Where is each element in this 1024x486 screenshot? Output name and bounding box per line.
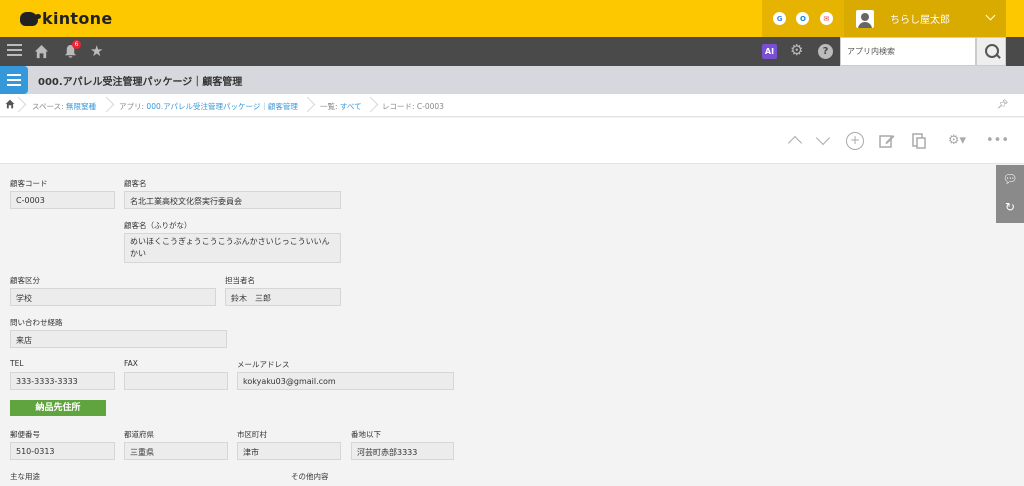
customer-code-field: C-0003 bbox=[10, 191, 115, 209]
user-menu[interactable]: ちらし屋太郎 bbox=[844, 0, 1006, 37]
email-label: メールアドレス bbox=[237, 360, 290, 369]
breadcrumb-record: レコード: C-0003 bbox=[382, 102, 444, 111]
ai-button[interactable]: AI bbox=[762, 44, 777, 59]
zip-field: 510-0313 bbox=[10, 442, 115, 460]
history-icon[interactable]: ↻ bbox=[1002, 200, 1018, 214]
garoon-icon[interactable]: O bbox=[796, 12, 810, 25]
notification-badge: 6 bbox=[72, 40, 81, 49]
prefecture-field: 三重県 bbox=[124, 442, 228, 460]
customer-type-label: 顧客区分 bbox=[10, 276, 40, 285]
breadcrumb-app: アプリ: 000.アパレル受注管理パッケージ｜顧客管理 bbox=[119, 102, 298, 111]
mail-icon[interactable]: ✉ bbox=[819, 12, 833, 25]
avatar-icon bbox=[856, 9, 874, 28]
customer-code-label: 顧客コード bbox=[10, 179, 48, 188]
logo-mark-icon bbox=[20, 11, 41, 26]
brand-name: kintone bbox=[42, 9, 113, 28]
city-label: 市区町村 bbox=[237, 430, 267, 439]
breadcrumb-space-link[interactable]: 無限窒種 bbox=[66, 102, 96, 111]
zip-label: 郵便番号 bbox=[10, 430, 40, 439]
copy-record-icon[interactable] bbox=[910, 132, 928, 150]
previous-record-icon[interactable] bbox=[786, 132, 804, 150]
customer-type-field: 学校 bbox=[10, 288, 216, 306]
email-field: kokyaku03@gmail.com bbox=[237, 372, 454, 390]
breadcrumb-separator bbox=[101, 96, 111, 114]
customer-kana-field: めいほくこうぎょうこうこうぶんかさいじっこういいんかい bbox=[124, 233, 341, 263]
comment-icon[interactable]: 💬︎ bbox=[1002, 172, 1018, 186]
pin-icon[interactable]: 📌︎ bbox=[997, 100, 1008, 110]
star-icon[interactable]: ★ bbox=[90, 44, 105, 59]
record-toolbar bbox=[0, 118, 1024, 164]
breadcrumb-app-link[interactable]: 000.アパレル受注管理パッケージ｜顧客管理 bbox=[146, 102, 297, 111]
other-content-label: その他内容 bbox=[291, 472, 329, 481]
breadcrumb-list: 一覧: すべて bbox=[320, 102, 362, 111]
customer-name-label: 顧客名 bbox=[124, 179, 147, 188]
gear-icon[interactable]: ⚙ bbox=[790, 43, 803, 58]
staff-name-field: 鈴木 三郎 bbox=[225, 288, 341, 306]
main-use-label: 主な用途 bbox=[10, 472, 40, 481]
app-list-icon[interactable] bbox=[0, 66, 28, 94]
staff-name-label: 担当者名 bbox=[225, 276, 255, 285]
kintone-logo[interactable]: kintone bbox=[20, 9, 113, 28]
address-field: 河芸町赤部3333 bbox=[351, 442, 454, 460]
chevron-down-icon bbox=[985, 10, 996, 21]
breadcrumb-separator bbox=[13, 96, 23, 114]
delivery-address-group-label: 納品先住所 bbox=[10, 400, 106, 416]
customer-name-field: 名北工業高校文化祭実行委員会 bbox=[124, 191, 341, 209]
breadcrumb-space: スペース: 無限窒種 bbox=[32, 102, 97, 111]
fax-label: FAX bbox=[124, 359, 138, 368]
breadcrumb-separator bbox=[365, 96, 375, 114]
tel-field: 333-3333-3333 bbox=[10, 372, 115, 390]
tel-label: TEL bbox=[10, 359, 24, 368]
home-icon[interactable] bbox=[34, 44, 49, 59]
city-field: 津市 bbox=[237, 442, 341, 460]
search-icon[interactable] bbox=[976, 37, 1006, 66]
inquiry-route-label: 問い合わせ経路 bbox=[10, 318, 63, 327]
help-icon[interactable]: ? bbox=[818, 44, 833, 59]
breadcrumb-list-link[interactable]: すべて bbox=[340, 102, 362, 111]
user-name: ちらし屋太郎 bbox=[890, 15, 950, 26]
more-options-icon[interactable]: ••• bbox=[986, 132, 1009, 150]
add-record-icon[interactable]: + bbox=[846, 132, 864, 150]
app-search-input[interactable]: アプリ内検索 bbox=[840, 37, 976, 66]
service-links: G O ✉ bbox=[762, 0, 844, 37]
prefecture-label: 都道府県 bbox=[124, 430, 154, 439]
address-label: 番地以下 bbox=[351, 430, 381, 439]
settings-dropdown-icon[interactable]: ⚙▾ bbox=[944, 132, 970, 150]
fax-field bbox=[124, 372, 228, 390]
side-panel: 💬︎ ↻ bbox=[996, 165, 1024, 223]
app-title[interactable]: 000.アパレル受注管理パッケージ｜顧客管理 bbox=[38, 73, 242, 88]
breadcrumb-separator bbox=[302, 96, 312, 114]
google-icon[interactable]: G bbox=[773, 12, 787, 25]
menu-icon[interactable] bbox=[7, 44, 22, 59]
edit-icon[interactable] bbox=[878, 132, 896, 150]
next-record-icon[interactable] bbox=[814, 132, 832, 150]
inquiry-route-field: 来店 bbox=[10, 330, 227, 348]
customer-kana-label: 顧客名（ふりがな） bbox=[124, 221, 192, 230]
